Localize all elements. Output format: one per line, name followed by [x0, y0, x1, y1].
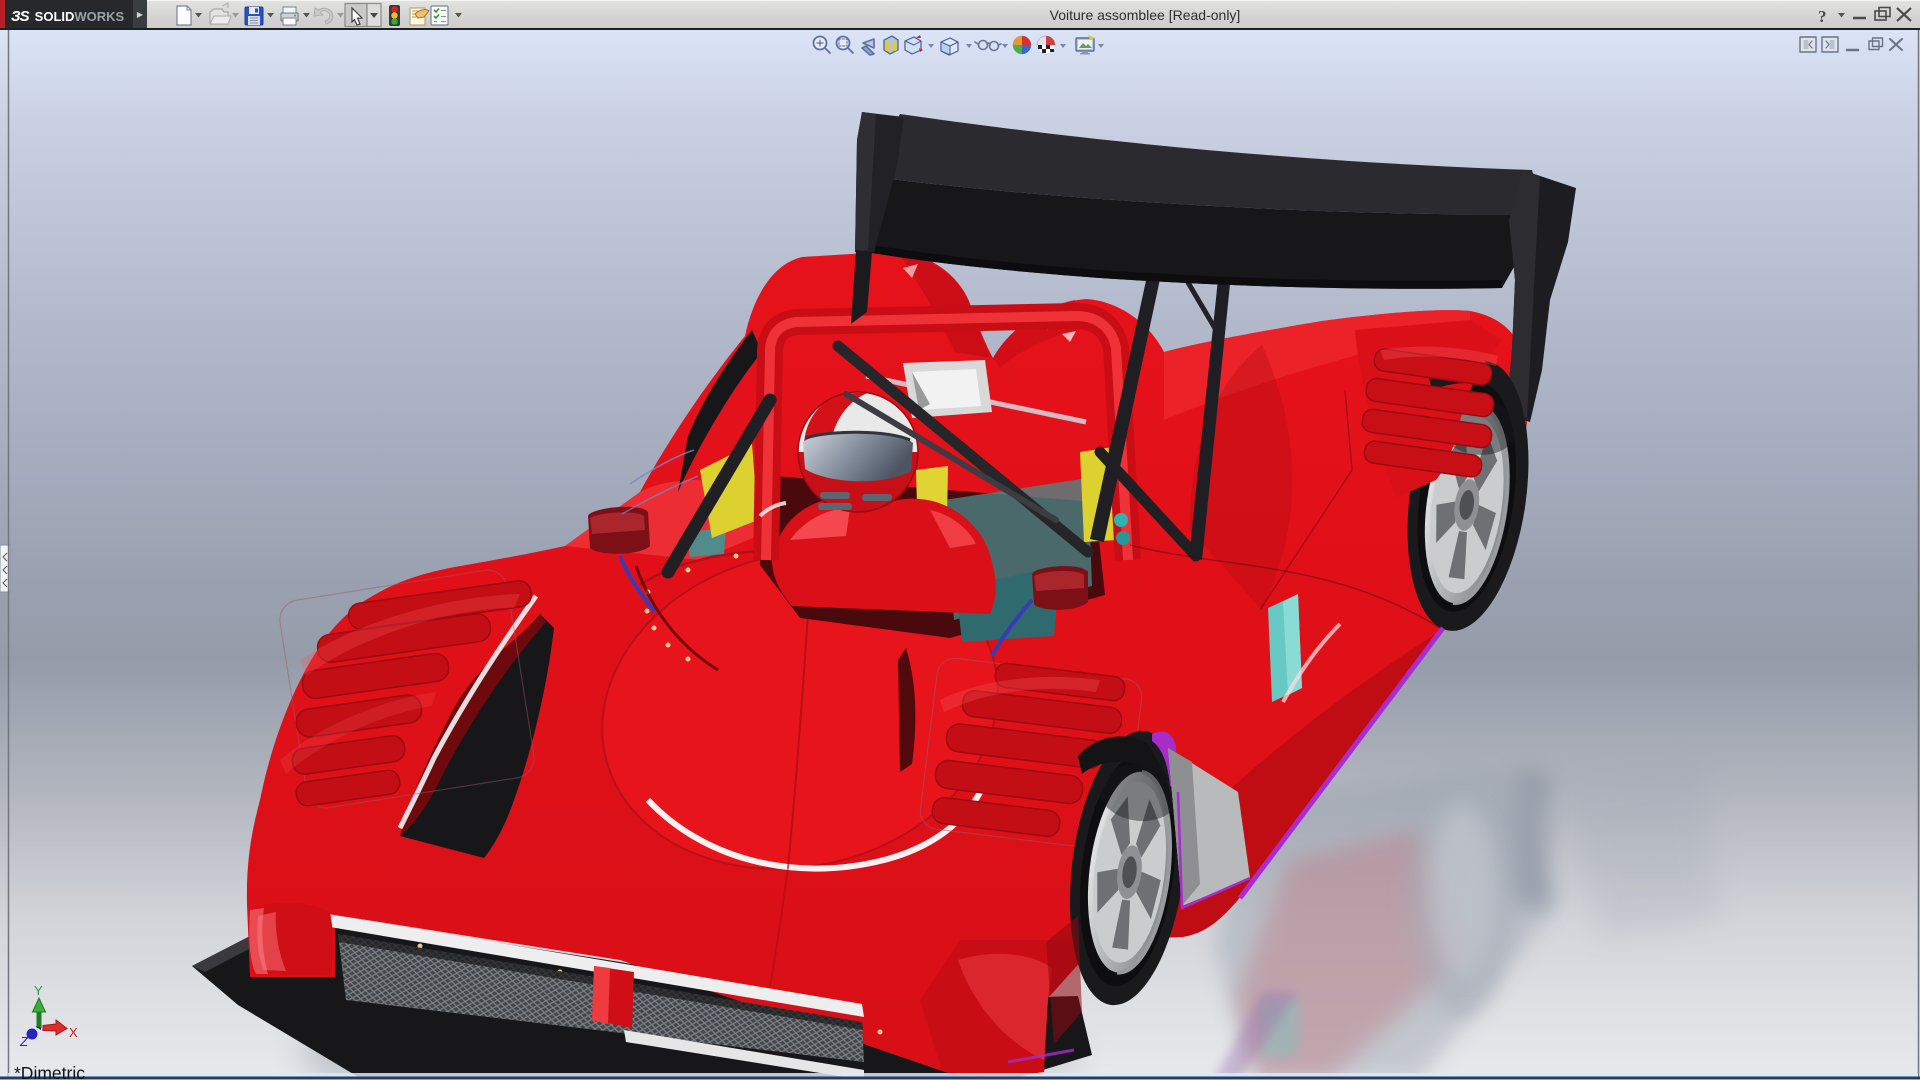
- svg-text:Z: Z: [19, 1034, 29, 1049]
- svg-text:X: X: [69, 1025, 78, 1040]
- svg-text:?: ?: [1818, 7, 1827, 26]
- svg-text:*Dimetric: *Dimetric: [14, 1063, 85, 1080]
- svg-text:Y: Y: [34, 983, 43, 998]
